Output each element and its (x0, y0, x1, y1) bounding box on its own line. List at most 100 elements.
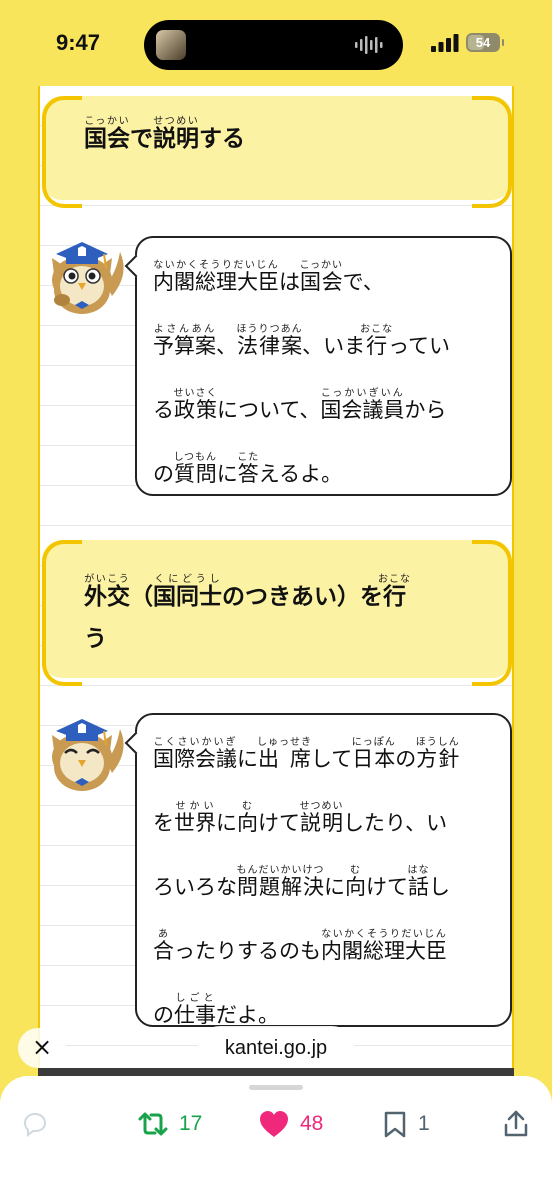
plain-text: について、 (217, 398, 321, 422)
furigana-word: 世界せかい (174, 801, 216, 835)
plain-text: ってい (388, 334, 451, 358)
plain-text: から (404, 398, 447, 422)
retweet-count: 17 (179, 1112, 203, 1135)
furigana-reading: こっかい (84, 116, 130, 127)
furigana-reading: くにどうし (153, 574, 222, 585)
plain-text: の (153, 462, 174, 486)
furigana-word: 話はな (408, 865, 430, 899)
kanji-text: 世界 (174, 811, 216, 835)
furigana-word: 政策せいさく (173, 388, 218, 422)
furigana-reading: よさんあん (153, 324, 216, 335)
status-bar: 9:47 54 (0, 0, 552, 90)
text-line: 予算案よさんあん、法律案ほうりつあん、いま行おこなってい (153, 324, 496, 357)
close-button[interactable]: × (18, 1028, 66, 1068)
kanji-text: 向 (237, 811, 258, 835)
furigana-reading: せつめい (153, 116, 199, 127)
furigana-reading: しゅっせき (256, 737, 312, 748)
bookmark-button[interactable]: 1 (382, 1106, 430, 1142)
furigana-reading: がいこう (84, 574, 130, 585)
text-line: の質問しつもんに答こたえるよ。 (153, 452, 496, 485)
plain-text: に (237, 747, 258, 771)
furigana-word: 向む (237, 801, 258, 835)
share-button[interactable] (502, 1106, 530, 1142)
text-line: 国際会議こくさいかいぎに出 席しゅっせきして日本にっぽんの方針ほうしん (153, 737, 496, 770)
furigana-reading: ほうしん (415, 737, 460, 748)
furigana-word: 出 席しゅっせき (256, 737, 312, 771)
plain-text: の (395, 747, 417, 771)
plain-text: したり、い (343, 811, 448, 835)
furigana-word: 国際会議こくさいかいぎ (153, 737, 237, 771)
like-button[interactable]: 48 (258, 1106, 323, 1142)
text-line: を世界せかいに向むけて説明せつめいしたり、い (153, 801, 496, 834)
furigana-reading: せかい (174, 801, 216, 812)
bubble-text: 国際会議こくさいかいぎに出 席しゅっせきして日本にっぽんの方針ほうしん を世界せか… (153, 737, 496, 1026)
text-line: う (84, 626, 512, 652)
reply-icon (23, 1112, 47, 1138)
dynamic-island[interactable] (144, 20, 403, 70)
kanji-text: 国同士 (153, 584, 222, 610)
kanji-text: 内閣総理大臣 (321, 939, 447, 963)
kanji-text: 問題解決 (236, 875, 325, 899)
furigana-reading: あ (153, 929, 174, 940)
speech-bubble-diet: 内閣総理大臣ないかくそうりだいじんは国会こっかいで、 予算案よさんあん、法律案ほう… (135, 236, 512, 496)
furigana-reading: こっかい (299, 260, 343, 271)
furigana-word: 内閣総理大臣ないかくそうりだいじん (153, 260, 279, 294)
kanji-text: 行 (378, 584, 411, 610)
plain-text: で (130, 126, 153, 152)
sheet-grabber[interactable] (249, 1085, 303, 1090)
furigana-word: 予算案よさんあん (153, 324, 216, 358)
furigana-reading: こっかいぎいん (320, 388, 405, 399)
furigana-word: 説明せつめい (153, 116, 199, 152)
plain-text: は (279, 270, 300, 294)
furigana-reading: はな (407, 865, 430, 876)
plain-text: ったりするのも (174, 939, 321, 963)
kanji-text: 国会 (84, 126, 130, 152)
plain-text: えるよ。 (258, 462, 343, 486)
reply-button[interactable] (20, 1106, 48, 1142)
kanji-text: 合 (153, 939, 174, 963)
kanji-text: 国会議員 (320, 398, 405, 422)
furigana-word: 法律案ほうりつあん (236, 324, 302, 358)
furigana-word: 向む (345, 865, 366, 899)
furigana-reading: せいさく (173, 388, 218, 399)
furigana-reading: にっぽん (351, 737, 396, 748)
plain-text: に (324, 875, 345, 899)
kanji-text: 政策 (173, 398, 218, 422)
plain-text: 、いま (302, 334, 366, 358)
kanji-text: 日本 (351, 747, 396, 771)
plain-text: う (84, 626, 107, 652)
retweet-button[interactable]: 17 (137, 1106, 202, 1142)
plain-text: のつきあい）を (222, 584, 383, 610)
heart-icon (260, 1111, 288, 1137)
furigana-word: 答こた (237, 452, 259, 486)
furigana-reading: おこな (360, 324, 394, 335)
kanji-text: 向 (345, 875, 366, 899)
kanji-text: 国際会議 (153, 747, 237, 771)
furigana-reading: む (237, 801, 258, 812)
retweet-icon (138, 1112, 168, 1136)
text-line: 内閣総理大臣ないかくそうりだいじんは国会こっかいで、 (153, 260, 496, 293)
section-heading-diet: 国会こっかいで説明せつめいする (42, 96, 512, 208)
furigana-reading: しつもん (173, 452, 218, 463)
furigana-reading: ないかくそうりだいじん (153, 260, 279, 271)
text-line: の仕事しごとだよ。 (153, 993, 496, 1026)
status-time: 9:47 (56, 30, 101, 55)
furigana-reading: む (345, 865, 366, 876)
action-bar: 17 48 1 (0, 1076, 552, 1200)
kanji-text: 仕事 (174, 1003, 216, 1027)
url-pill[interactable]: kantei.go.jp (198, 1026, 354, 1070)
plain-text: に (216, 811, 237, 835)
kanji-text: 内閣総理大臣 (153, 270, 279, 294)
plain-text: だよ。 (216, 1003, 279, 1027)
plain-text: る (153, 398, 174, 422)
kanji-text: 出 席 (256, 747, 312, 771)
furigana-reading: ほうりつあん (236, 324, 303, 335)
furigana-word: 国同士くにどうし (153, 574, 222, 610)
furigana-word: 国会こっかい (300, 260, 343, 294)
plain-text: （ (130, 584, 153, 610)
furigana-reading: こた (237, 452, 260, 463)
kanji-text: 外交 (84, 584, 130, 610)
text-line: ろいろな問題解決もんだいかいけつに向むけて話はなし (153, 865, 496, 898)
furigana-word: 行おこな (360, 324, 393, 358)
article-page[interactable]: 国会こっかいで説明せつめいする 内閣総理大臣ないかくそうりだいじんは国会こっかい… (38, 86, 514, 1076)
